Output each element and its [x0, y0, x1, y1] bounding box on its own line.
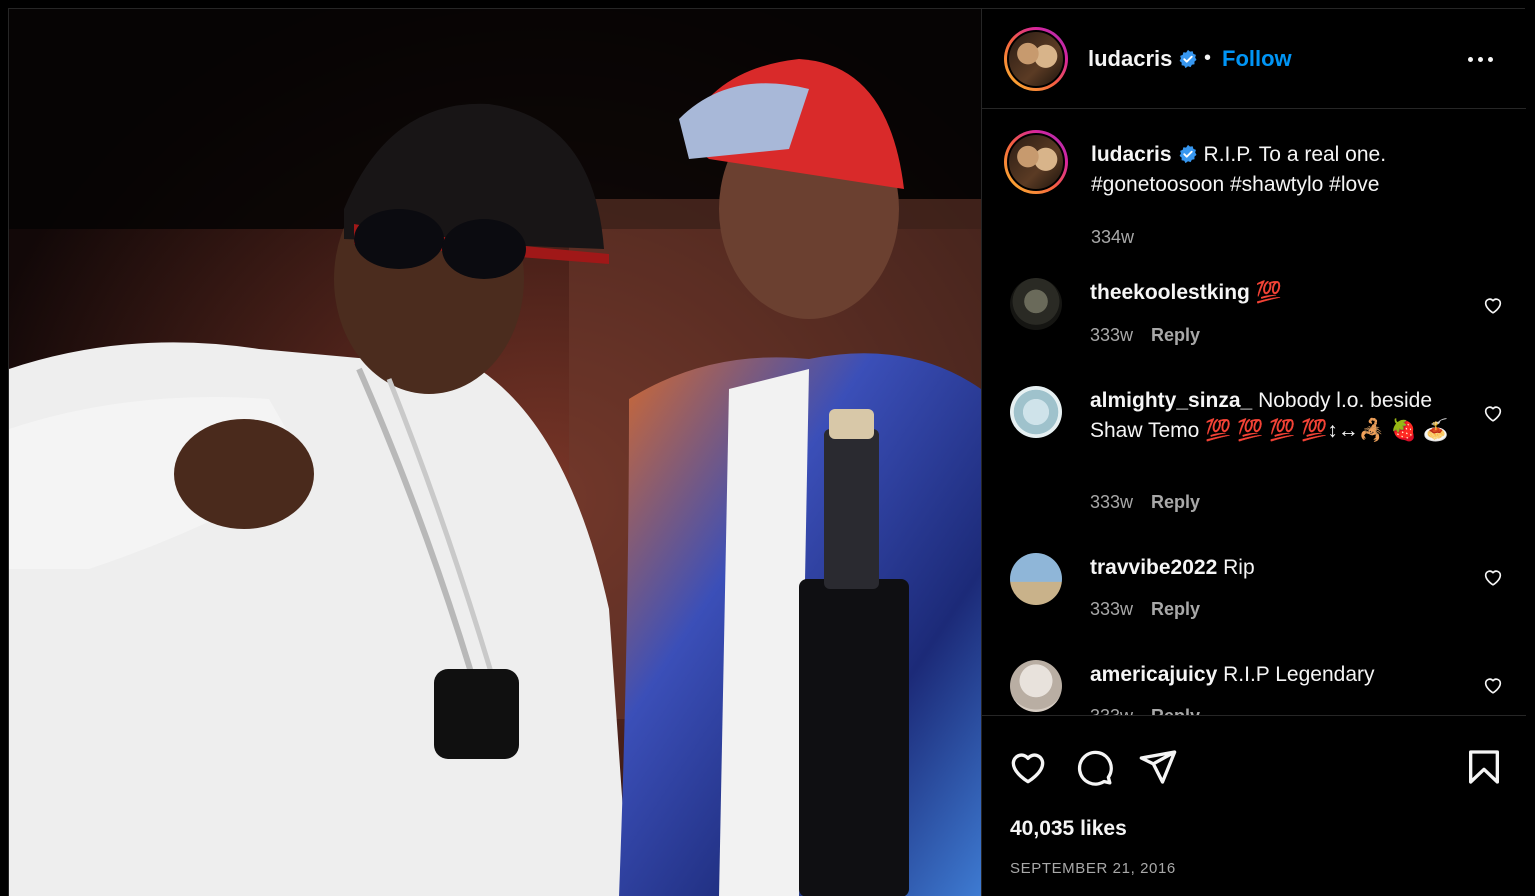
- comment-icon[interactable]: [1074, 747, 1114, 787]
- reply-button[interactable]: Reply: [1151, 599, 1200, 619]
- more-options-icon[interactable]: [1466, 47, 1496, 71]
- reply-button[interactable]: Reply: [1151, 325, 1200, 345]
- comment-text: almighty_sinza_ Nobody l.o. beside Shaw …: [1090, 389, 1449, 442]
- comment-time[interactable]: 333w: [1090, 492, 1133, 512]
- commenter-avatar[interactable]: [1010, 278, 1062, 330]
- comment-text: theekoolestking 💯: [1090, 281, 1282, 304]
- commenter-username[interactable]: theekoolestking: [1090, 281, 1250, 304]
- post-header: ludacris • Follow: [982, 9, 1526, 109]
- heart-icon[interactable]: [1482, 294, 1504, 316]
- commenter-username[interactable]: americajuicy: [1090, 663, 1217, 686]
- bookmark-icon[interactable]: [1464, 747, 1504, 787]
- commenter-username[interactable]: almighty_sinza_: [1090, 389, 1252, 412]
- likes-count[interactable]: 40,035 likes: [1010, 817, 1127, 841]
- comments-list[interactable]: ludacris R.I.P. To a real one. #gonetooso…: [982, 110, 1526, 716]
- post-actions: 40,035 likes SEPTEMBER 21, 2016: [982, 717, 1526, 896]
- caption-text: ludacris R.I.P. To a real one. #gonetooso…: [1091, 140, 1491, 200]
- verified-badge-icon: [1179, 49, 1197, 69]
- heart-icon[interactable]: [1482, 566, 1504, 588]
- heart-icon[interactable]: [1482, 674, 1504, 696]
- heart-icon[interactable]: [1008, 747, 1048, 787]
- reply-button[interactable]: Reply: [1151, 492, 1200, 512]
- commenter-username[interactable]: travvibe2022: [1090, 556, 1217, 579]
- post-modal: ludacris • Follow ludacris R.I.P. To a re…: [8, 8, 1526, 896]
- comment-meta: 333w Reply: [1090, 706, 1200, 715]
- share-icon[interactable]: [1138, 747, 1178, 787]
- comment-time[interactable]: 333w: [1090, 325, 1133, 345]
- comment-time[interactable]: 333w: [1090, 706, 1133, 715]
- comment-text: americajuicy R.I.P Legendary: [1090, 663, 1375, 686]
- heart-icon[interactable]: [1482, 402, 1504, 424]
- post-side-panel: ludacris • Follow ludacris R.I.P. To a re…: [981, 9, 1526, 896]
- photo-illustration: [9, 9, 981, 896]
- author-avatar[interactable]: [1004, 27, 1068, 91]
- commenter-avatar[interactable]: [1010, 660, 1062, 712]
- reply-button[interactable]: Reply: [1151, 706, 1200, 715]
- follow-button[interactable]: Follow: [1222, 46, 1292, 72]
- author-username[interactable]: ludacris: [1088, 46, 1198, 72]
- commenter-avatar[interactable]: [1010, 553, 1062, 605]
- post-photo[interactable]: [9, 9, 981, 896]
- header-separator: •: [1204, 47, 1212, 69]
- comment-text: travvibe2022 Rip: [1090, 556, 1255, 579]
- caption-avatar[interactable]: [1004, 130, 1068, 194]
- commenter-avatar[interactable]: [1010, 386, 1062, 438]
- comment-time[interactable]: 333w: [1090, 599, 1133, 619]
- comment-meta: 333w Reply: [1090, 325, 1200, 346]
- comment-meta: 333w Reply: [1090, 599, 1200, 620]
- verified-badge-icon: [1179, 144, 1197, 164]
- comment-meta: 333w Reply: [1090, 492, 1200, 513]
- caption-timestamp[interactable]: 334w: [1091, 227, 1134, 248]
- post-date: SEPTEMBER 21, 2016: [1010, 860, 1176, 877]
- caption-username[interactable]: ludacris: [1091, 143, 1172, 166]
